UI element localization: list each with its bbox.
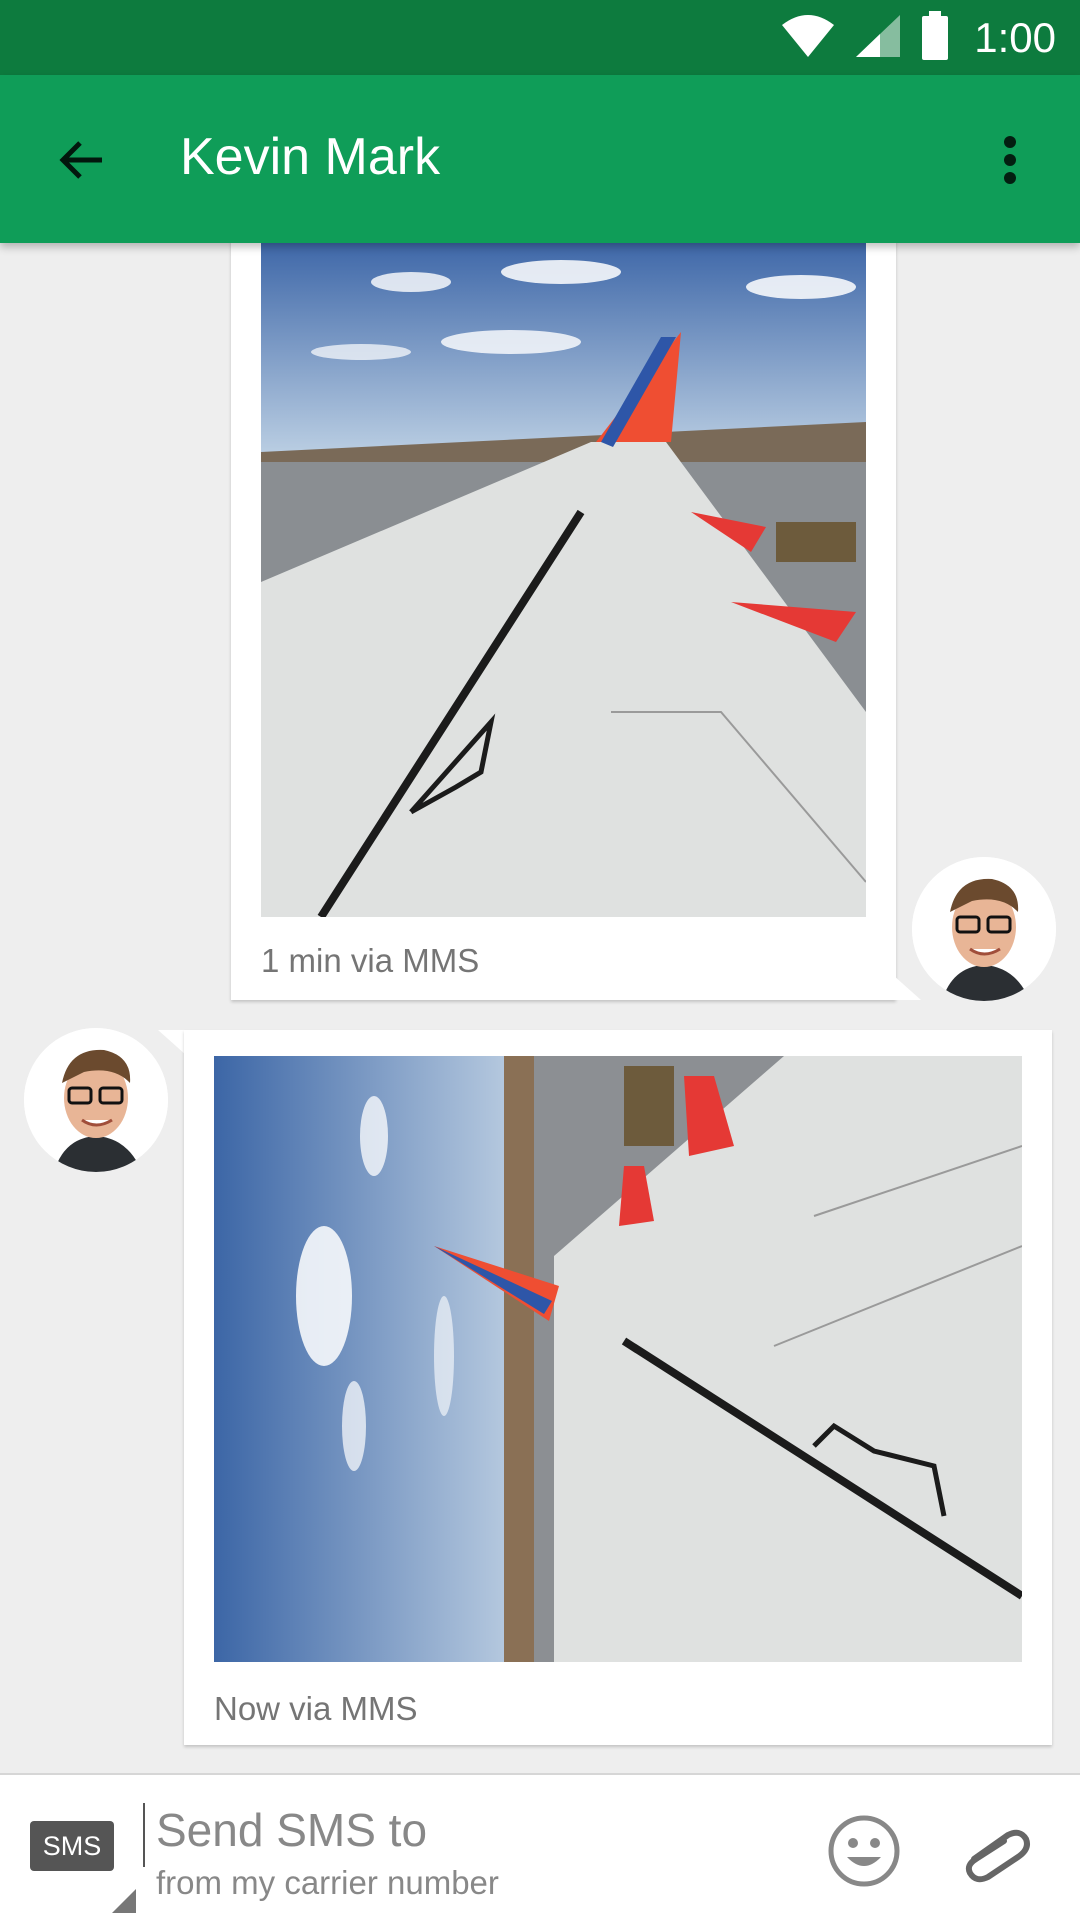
attachment-icon <box>965 1829 1030 1883</box>
status-bar: 1:00 <box>0 0 1080 75</box>
text-cursor <box>143 1803 145 1867</box>
avatar[interactable] <box>24 1028 168 1172</box>
airplane-wing-photo-rotated[interactable] <box>214 1056 1022 1662</box>
back-button[interactable] <box>46 125 116 195</box>
message-input[interactable]: Send SMS to <box>156 1803 427 1857</box>
wifi-icon <box>780 13 836 64</box>
airplane-wing-photo[interactable] <box>261 242 866 917</box>
attach-button[interactable] <box>960 1819 1032 1883</box>
outgoing-message[interactable]: 1 min via MMS <box>231 230 896 1000</box>
sms-mode-button[interactable]: SMS <box>30 1821 114 1871</box>
emoji-icon <box>828 1815 900 1887</box>
status-time: 1:00 <box>974 14 1056 61</box>
arrow-back-icon <box>59 141 102 179</box>
conversation-title: Kevin Mark <box>180 128 441 186</box>
bubble-tail <box>158 1030 186 1055</box>
cell-signal-icon <box>854 13 902 64</box>
bubble-tail <box>893 975 921 1000</box>
more-vert-icon <box>1004 136 1016 184</box>
message-meta: 1 min via MMS <box>261 942 480 979</box>
battery-icon <box>920 10 950 66</box>
emoji-button[interactable] <box>826 1813 902 1889</box>
message-input-subtext: from my carrier number <box>156 1864 499 1901</box>
app-bar: Kevin Mark <box>0 75 1080 243</box>
avatar[interactable] <box>912 857 1056 1001</box>
message-meta: Now via MMS <box>214 1690 418 1727</box>
incoming-message[interactable]: Now via MMS <box>184 1030 1052 1745</box>
overflow-menu-button[interactable] <box>980 125 1040 195</box>
sms-mode-indicator <box>112 1889 136 1913</box>
compose-bar: SMS Send SMS to from my carrier number <box>0 1773 1080 1922</box>
